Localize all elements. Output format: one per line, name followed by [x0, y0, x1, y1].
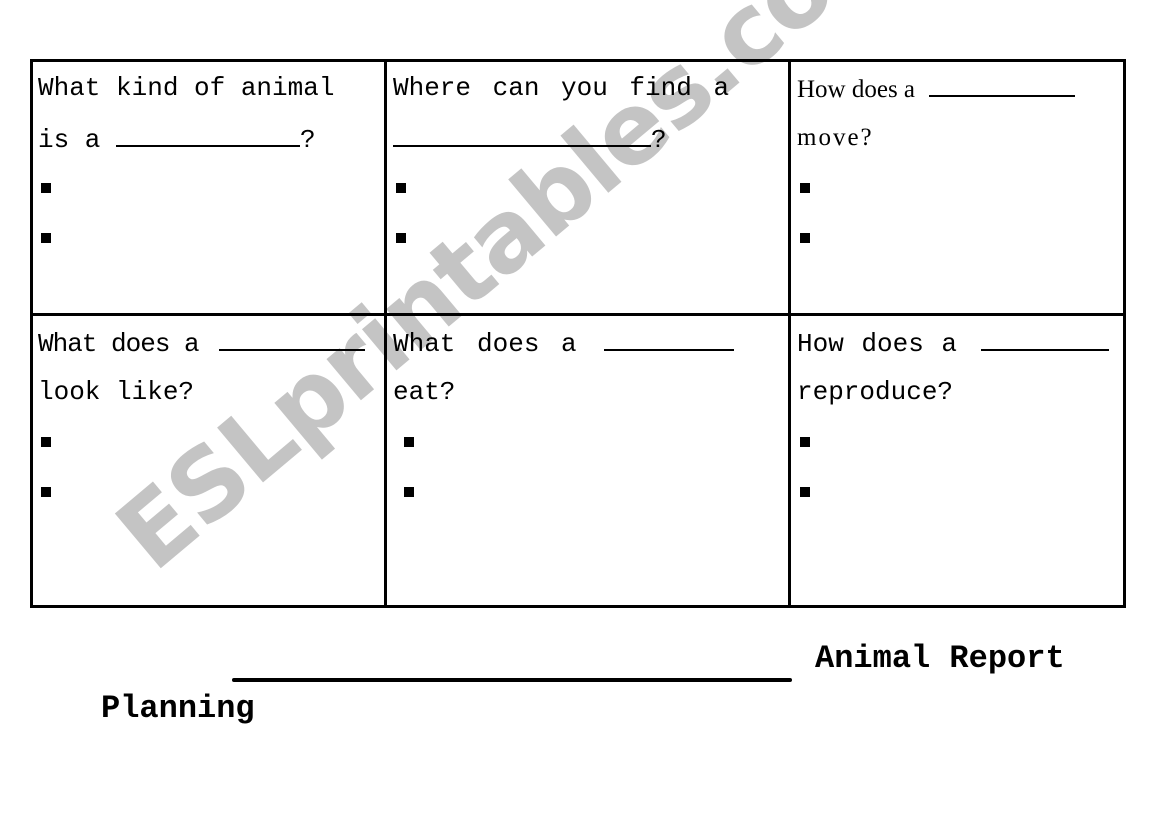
question-cell-reproduce: How does a reproduce? — [797, 317, 1119, 517]
square-bullet-icon — [404, 487, 414, 497]
question-text: How does a — [797, 63, 1119, 113]
answer-blank[interactable] — [116, 113, 301, 147]
square-bullet-icon — [800, 233, 810, 243]
bullet-point — [797, 163, 1119, 213]
square-bullet-icon — [41, 437, 51, 447]
square-bullet-icon — [41, 183, 51, 193]
question-cell-where: Where can you find a ? — [393, 63, 785, 263]
answer-blank[interactable] — [219, 317, 366, 351]
bullet-point — [797, 213, 1119, 263]
square-bullet-icon — [41, 233, 51, 243]
bullet-point — [393, 417, 785, 467]
question-cell-kind: What kind of animal is a ? — [38, 63, 383, 263]
answer-blank[interactable] — [929, 63, 1076, 97]
square-bullet-icon — [800, 487, 810, 497]
question-cell-look: What does a look like? — [38, 317, 383, 517]
question-text: What does a — [38, 317, 383, 367]
grid-divider-vertical — [384, 62, 387, 605]
question-text: How does a — [797, 317, 1119, 367]
square-bullet-icon — [396, 233, 406, 243]
grid-divider-vertical — [788, 62, 791, 605]
question-text: Where can you find a — [393, 73, 730, 103]
bullet-point — [797, 467, 1119, 517]
question-text: What does a — [393, 317, 785, 367]
animal-name-blank[interactable] — [232, 678, 792, 682]
worksheet-subtitle: Planning — [101, 690, 255, 727]
square-bullet-icon — [396, 183, 406, 193]
bullet-point — [38, 213, 383, 263]
question-cell-move: How does a move? — [797, 63, 1119, 263]
square-bullet-icon — [41, 487, 51, 497]
bullet-point — [393, 467, 785, 517]
bullet-point — [38, 417, 383, 467]
answer-blank[interactable] — [393, 113, 651, 147]
bullet-point — [38, 467, 383, 517]
bullet-point — [393, 163, 785, 213]
answer-blank[interactable] — [980, 317, 1109, 351]
bullet-point — [797, 417, 1119, 467]
square-bullet-icon — [800, 183, 810, 193]
square-bullet-icon — [800, 437, 810, 447]
grid-divider-horizontal — [33, 313, 1123, 316]
answer-blank[interactable] — [604, 317, 735, 351]
bullet-point — [393, 213, 785, 263]
bullet-point — [38, 163, 383, 213]
worksheet-title: Animal Report — [815, 640, 1065, 677]
square-bullet-icon — [404, 437, 414, 447]
question-cell-eat: What does a eat? — [393, 317, 785, 517]
question-text: What kind of animal — [38, 73, 335, 103]
